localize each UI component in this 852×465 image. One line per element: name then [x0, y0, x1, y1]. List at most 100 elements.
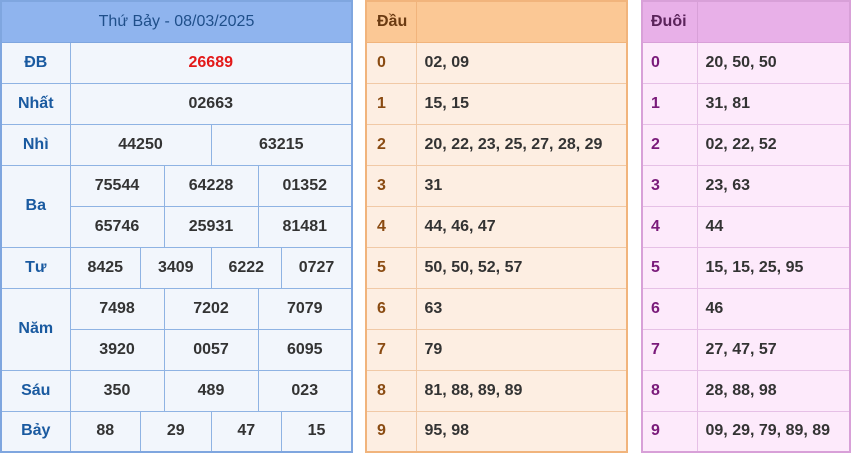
- duoi-row: 7 27, 47, 57: [641, 328, 851, 371]
- prize-value: 88: [69, 410, 141, 453]
- prize-value: 6095: [257, 328, 353, 371]
- prize-row-nhat: Nhất 02663: [0, 82, 353, 125]
- prize-row-ba: Ba 75544 64228 01352: [0, 164, 353, 248]
- duoi-row: 9 09, 29, 79, 89, 89: [641, 410, 851, 453]
- prize-row-sau: Sáu 350 489 023: [0, 369, 353, 412]
- prize-value: 7079: [257, 287, 353, 330]
- dau-row: 8 81, 88, 89, 89: [365, 369, 628, 412]
- dau-row: 5 50, 50, 52, 57: [365, 246, 628, 289]
- prize-value: 02663: [69, 82, 353, 125]
- dau-values: 50, 50, 52, 57: [415, 246, 628, 289]
- dau-values: 95, 98: [415, 410, 628, 453]
- dau-key: 4: [365, 205, 417, 248]
- dau-values: 81, 88, 89, 89: [415, 369, 628, 412]
- prize-label-db: ĐB: [0, 41, 71, 84]
- prize-label-nhi: Nhì: [0, 123, 71, 166]
- duoi-values: 20, 50, 50: [696, 41, 851, 84]
- prize-value: 7202: [163, 287, 259, 330]
- duoi-row: 4 44: [641, 205, 851, 248]
- dau-row: 9 95, 98: [365, 410, 628, 453]
- dau-row: 7 79: [365, 328, 628, 371]
- prize-value: 81481: [257, 205, 353, 248]
- prize-value: 44250: [69, 123, 212, 166]
- duoi-values: 31, 81: [696, 82, 851, 125]
- dau-values: 31: [415, 164, 628, 207]
- dau-key: 5: [365, 246, 417, 289]
- duoi-row: 3 23, 63: [641, 164, 851, 207]
- duoi-values: 23, 63: [696, 164, 851, 207]
- duoi-row: 0 20, 50, 50: [641, 41, 851, 84]
- dau-values: 15, 15: [415, 82, 628, 125]
- dau-values: 02, 09: [415, 41, 628, 84]
- duoi-table: Đuôi 0 20, 50, 50 1 31, 81 2 02, 22, 52 3 23…: [641, 0, 851, 453]
- prize-value: 63215: [210, 123, 353, 166]
- dau-key: 7: [365, 328, 417, 371]
- duoi-key: 8: [641, 369, 698, 412]
- dau-row: 2 20, 22, 23, 25, 27, 28, 29: [365, 123, 628, 166]
- duoi-key: 4: [641, 205, 698, 248]
- prize-value: 350: [69, 369, 165, 412]
- duoi-values: 46: [696, 287, 851, 330]
- prize-value: 489: [163, 369, 259, 412]
- duoi-row: 5 15, 15, 25, 95: [641, 246, 851, 289]
- dau-key: 8: [365, 369, 417, 412]
- duoi-header-blank: [696, 0, 851, 43]
- prize-value: 0057: [163, 328, 259, 371]
- prize-value: 3409: [140, 246, 212, 289]
- duoi-values: 15, 15, 25, 95: [696, 246, 851, 289]
- duoi-key: 6: [641, 287, 698, 330]
- duoi-key: 0: [641, 41, 698, 84]
- dau-values: 44, 46, 47: [415, 205, 628, 248]
- dau-key: 3: [365, 164, 417, 207]
- duoi-values: 02, 22, 52: [696, 123, 851, 166]
- duoi-header: Đuôi: [641, 0, 698, 43]
- prize-value: 29: [140, 410, 212, 453]
- prize-value: 15: [281, 410, 353, 453]
- dau-header: Đầu: [365, 0, 417, 43]
- duoi-values: 09, 29, 79, 89, 89: [696, 410, 851, 453]
- duoi-key: 2: [641, 123, 698, 166]
- prize-value: 8425: [69, 246, 141, 289]
- dau-row: 6 63: [365, 287, 628, 330]
- prize-row-tu: Tư 8425 3409 6222 0727: [0, 246, 353, 289]
- dau-row: 1 15, 15: [365, 82, 628, 125]
- duoi-key: 5: [641, 246, 698, 289]
- duoi-values: 27, 47, 57: [696, 328, 851, 371]
- special-prize-value: 26689: [69, 41, 353, 84]
- duoi-key: 9: [641, 410, 698, 453]
- duoi-row: 2 02, 22, 52: [641, 123, 851, 166]
- dau-key: 9: [365, 410, 417, 453]
- prize-label-ba: Ba: [0, 164, 71, 248]
- prize-value: 75544: [69, 164, 165, 207]
- duoi-key: 3: [641, 164, 698, 207]
- dau-key: 0: [365, 41, 417, 84]
- prize-value: 65746: [69, 205, 165, 248]
- results-table: Thứ Bảy - 08/03/2025 ĐB 26689 Nhất 02663…: [0, 0, 353, 453]
- duoi-values: 28, 88, 98: [696, 369, 851, 412]
- dau-values: 63: [415, 287, 628, 330]
- prize-label-nhat: Nhất: [0, 82, 71, 125]
- duoi-row: 8 28, 88, 98: [641, 369, 851, 412]
- duoi-key: 7: [641, 328, 698, 371]
- prize-value: 023: [257, 369, 353, 412]
- dau-key: 6: [365, 287, 417, 330]
- prize-label-bay: Bảy: [0, 410, 71, 453]
- prize-value: 25931: [163, 205, 259, 248]
- dau-values: 79: [415, 328, 628, 371]
- duoi-values: 44: [696, 205, 851, 248]
- prize-label-tu: Tư: [0, 246, 71, 289]
- prize-value: 6222: [210, 246, 282, 289]
- results-title: Thứ Bảy - 08/03/2025: [1, 1, 352, 43]
- prize-label-sau: Sáu: [0, 369, 71, 412]
- prize-row-nhi: Nhì 44250 63215: [0, 123, 353, 166]
- prize-value: 0727: [281, 246, 353, 289]
- prize-label-nam: Năm: [0, 287, 71, 371]
- prize-row-db: ĐB 26689: [0, 41, 353, 84]
- dau-key: 2: [365, 123, 417, 166]
- prize-value: 7498: [69, 287, 165, 330]
- prize-row-nam: Năm 7498 7202 7079: [0, 287, 353, 371]
- duoi-key: 1: [641, 82, 698, 125]
- prize-row-bay: Bảy 88 29 47 15: [0, 410, 353, 453]
- dau-header-blank: [415, 0, 628, 43]
- dau-key: 1: [365, 82, 417, 125]
